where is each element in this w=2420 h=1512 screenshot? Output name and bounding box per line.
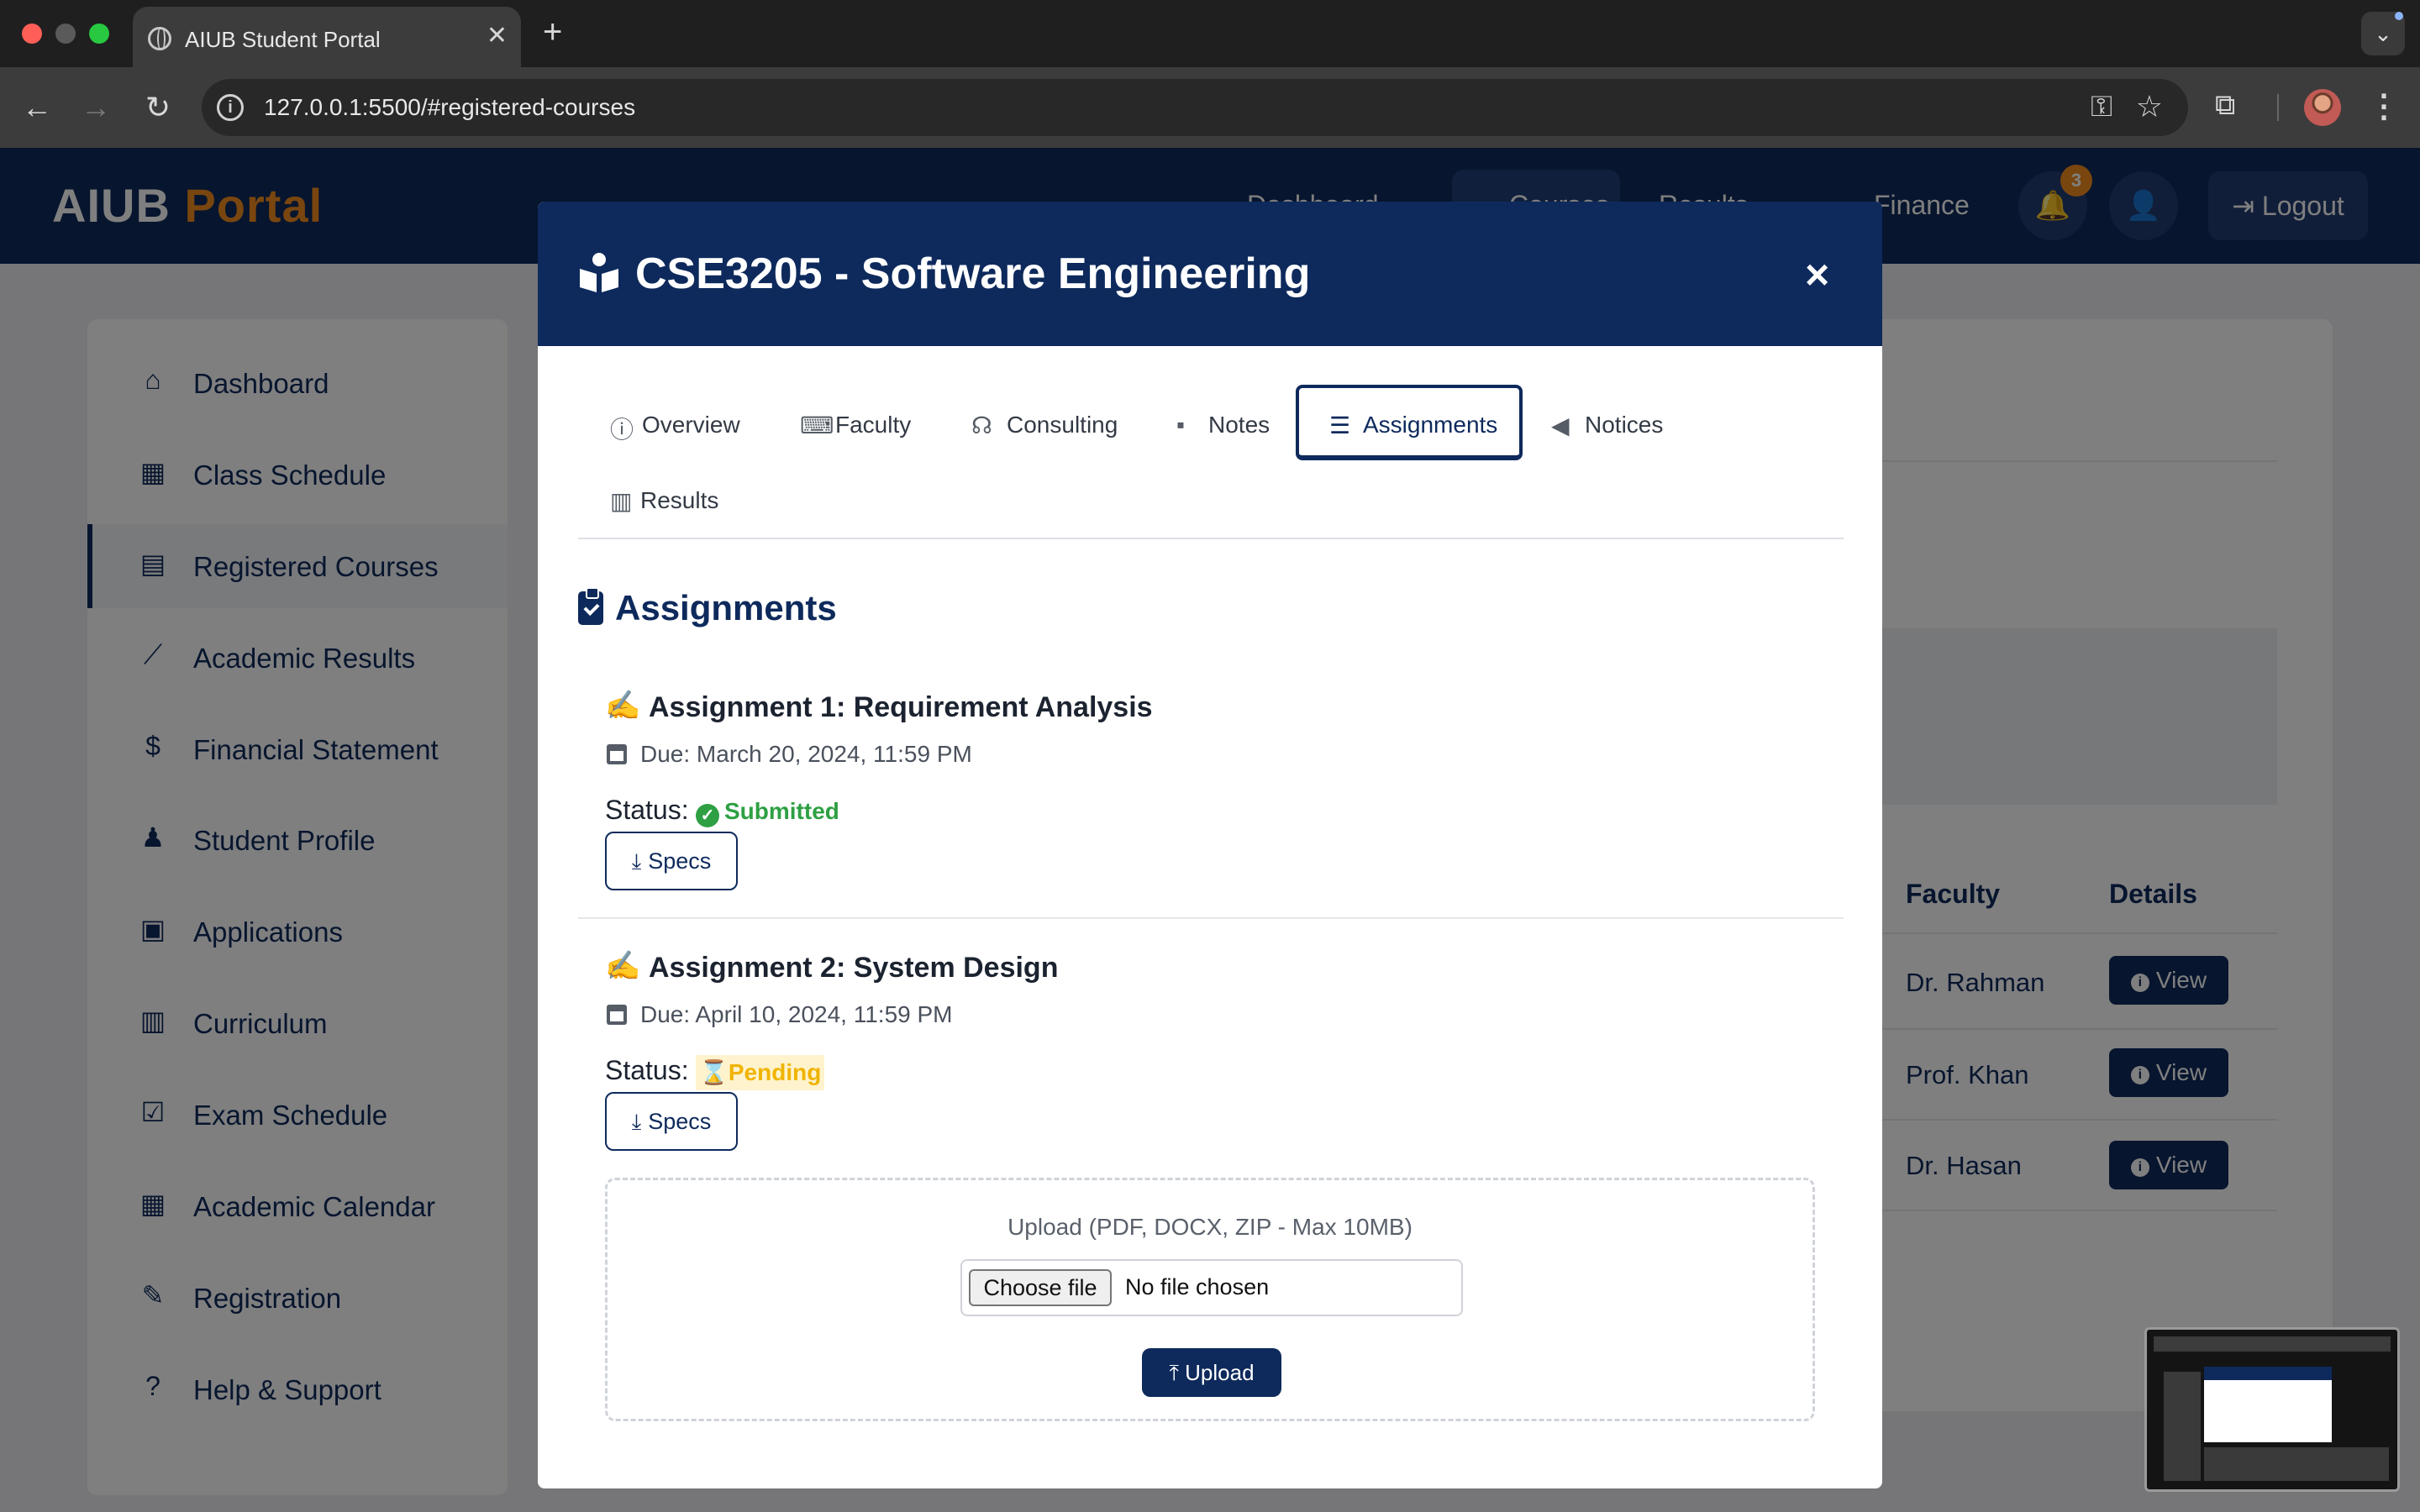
tab-faculty[interactable]: ⌨ Faculty	[800, 386, 926, 462]
tab-label: Overview	[642, 412, 740, 438]
preview-modal-header	[2204, 1367, 2332, 1380]
specs-label: Specs	[648, 1109, 712, 1134]
assignment-title: Assignment 1: Requirement Analysis	[649, 691, 1153, 723]
section-title: Assignments	[615, 588, 837, 627]
sticky-note-icon: ▪	[1176, 412, 1185, 438]
status-text: Submitted	[724, 798, 839, 824]
url-text[interactable]: 127.0.0.1:5500/#registered-courses	[264, 94, 635, 121]
preview-sidebar	[2164, 1372, 2201, 1481]
extensions-icon[interactable]: ⧉	[2215, 89, 2235, 122]
tab-overview[interactable]: ⓘ Overview	[610, 386, 753, 462]
new-tab-button[interactable]: +	[543, 15, 562, 49]
tab-label: Notes	[1208, 412, 1270, 438]
book-reader-icon	[580, 253, 618, 292]
tab-close-icon[interactable]: ✕	[487, 24, 508, 49]
file-signature-icon: ✍	[605, 950, 641, 982]
window-zoom-button[interactable]	[89, 24, 109, 44]
tab-consulting[interactable]: ☊ Consulting	[971, 386, 1123, 462]
specs-label: Specs	[648, 848, 712, 874]
file-input[interactable]: Choose file No file chosen	[960, 1259, 1463, 1316]
upload-hint: Upload (PDF, DOCX, ZIP - Max 10MB)	[1007, 1214, 1413, 1240]
check-circle-icon: ✓	[696, 804, 719, 827]
chalkboard-teacher-icon: ⌨	[800, 412, 834, 438]
assignment-due-date: Due: March 20, 2024, 11:59 PM	[640, 741, 972, 767]
download-specs-button[interactable]: ⤓ Specs	[605, 832, 738, 890]
browser-tabstrip: AIUB Student Portal ✕ + ⌄	[0, 0, 2420, 67]
assignment-title: Assignment 2: System Design	[649, 952, 1059, 984]
preview-toolbar	[2154, 1336, 2391, 1352]
update-dot-icon	[2395, 12, 2403, 20]
upload-button[interactable]: ⤒ Upload	[1142, 1348, 1281, 1397]
download-icon: ⤓	[631, 1109, 642, 1134]
tab-assignments[interactable]: ☰ Assignments	[1296, 385, 1523, 460]
tab-label: Consulting	[1007, 412, 1118, 438]
tab-bar-divider	[578, 538, 1844, 539]
headset-icon: ☊	[971, 412, 992, 438]
bookmark-star-icon[interactable]: ☆	[2136, 89, 2163, 124]
assignment-divider	[578, 917, 1844, 919]
screen-preview-thumbnail[interactable]	[2144, 1327, 2400, 1492]
browser-menu-icon[interactable]: ⋮	[2368, 87, 2400, 125]
status-text: Pending	[728, 1059, 822, 1085]
password-key-icon[interactable]: ⚿	[2091, 91, 2112, 123]
tab-label: Assignments	[1363, 412, 1498, 438]
file-signature-icon: ✍	[605, 690, 641, 722]
tasks-icon: ☰	[1329, 412, 1351, 438]
toolbar-divider	[2277, 94, 2279, 121]
download-specs-button[interactable]: ⤓ Specs	[605, 1092, 738, 1151]
globe-icon	[148, 27, 171, 50]
status-label: Status:	[605, 795, 689, 825]
status-badge-pending: ⌛Pending	[696, 1055, 825, 1090]
browser-toolbar: ← → ↻ i 127.0.0.1:5500/#registered-cours…	[0, 67, 2420, 148]
tab-label: Faculty	[835, 412, 912, 438]
modal-header: CSE3205 - Software Engineering ×	[538, 202, 1882, 346]
tab-results[interactable]: ▥ Results	[610, 462, 728, 538]
download-icon: ⤓	[631, 848, 642, 874]
course-details-modal: CSE3205 - Software Engineering × ⓘ Overv…	[538, 202, 1882, 1488]
calendar-icon	[607, 1005, 627, 1025]
megaphone-icon: ◀	[1551, 412, 1570, 438]
reload-button[interactable]: ↻	[139, 89, 176, 126]
upload-dropzone[interactable]: Upload (PDF, DOCX, ZIP - Max 10MB) Choos…	[605, 1178, 1815, 1421]
upload-icon: ⤒	[1169, 1360, 1186, 1385]
tab-label: Notices	[1585, 412, 1664, 438]
address-bar[interactable]: i 127.0.0.1:5500/#registered-courses ⚿ ☆	[202, 79, 2188, 136]
window-close-button[interactable]	[22, 24, 42, 44]
tab-title: AIUB Student Portal	[185, 27, 381, 52]
window-minimize-button[interactable]	[55, 24, 76, 44]
site-info-icon[interactable]: i	[217, 94, 244, 121]
back-button[interactable]: ←	[18, 89, 55, 126]
tab-notes[interactable]: ▪ Notes	[1176, 386, 1286, 462]
status-label: Status:	[605, 1055, 689, 1085]
preview-table	[2204, 1447, 2389, 1481]
profile-avatar[interactable]	[2304, 89, 2341, 126]
info-icon: ⓘ	[610, 417, 634, 443]
calendar-icon	[607, 744, 627, 764]
assignment-due-date: Due: April 10, 2024, 11:59 PM	[640, 1001, 953, 1027]
upload-label: Upload	[1185, 1360, 1255, 1385]
browser-tab[interactable]: AIUB Student Portal ✕	[133, 7, 521, 67]
file-status-text: No file chosen	[1125, 1274, 1270, 1299]
bar-chart-icon: ▥	[610, 488, 633, 514]
tab-notices[interactable]: ◀ Notices	[1551, 386, 1677, 462]
page-viewport: AIUB Portal Dashboard Courses Results Fi…	[0, 148, 2420, 1512]
hourglass-icon: ⌛	[699, 1059, 729, 1085]
forward-button[interactable]: →	[77, 89, 114, 126]
choose-file-button[interactable]: Choose file	[969, 1269, 1112, 1306]
modal-close-button[interactable]: ×	[1805, 254, 1829, 296]
status-badge-submitted: ✓ Submitted	[696, 798, 839, 827]
tab-label: Results	[640, 487, 719, 513]
modal-title: CSE3205 - Software Engineering	[635, 249, 1311, 298]
clipboard-check-icon	[578, 587, 603, 625]
